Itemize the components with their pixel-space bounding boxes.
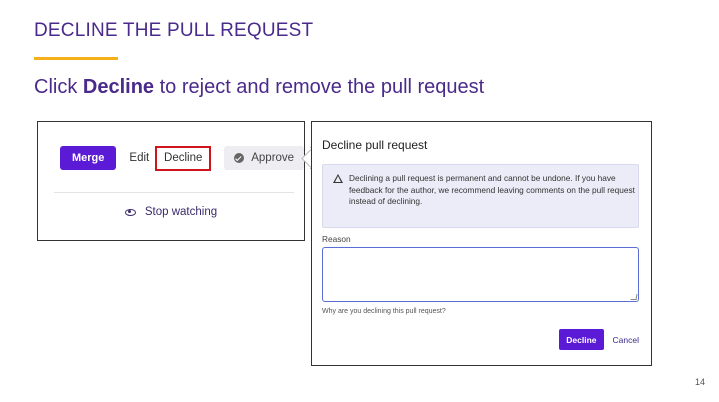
slide: DECLINE THE PULL REQUEST Click Decline t… [0, 0, 719, 402]
eye-icon [124, 208, 136, 216]
merge-button[interactable]: Merge [60, 146, 117, 170]
title-underline [34, 57, 118, 60]
approve-label: Approve [251, 152, 295, 164]
page-number: 14 [695, 377, 706, 387]
subtitle-prefix: Click [34, 76, 83, 98]
reason-input[interactable] [322, 247, 639, 302]
dialog-actions: Decline Cancel [559, 329, 639, 350]
pr-actions-panel: Merge Edit Decline Approve 0 Stop watchi… [37, 121, 329, 241]
stop-watching-link[interactable]: Stop watching [38, 206, 304, 218]
subtitle-bold: Decline [82, 76, 155, 98]
dialog-title: Decline pull request [322, 138, 428, 152]
cancel-button[interactable]: Cancel [613, 335, 639, 345]
slide-subtitle: Click Decline to reject and remove the p… [34, 76, 484, 99]
reason-hint: Why are you declining this pull request? [322, 308, 446, 315]
edit-button[interactable]: Edit [129, 152, 149, 164]
warning-message: Declining a pull request is permanent an… [322, 164, 639, 228]
stop-watching-label: Stop watching [144, 206, 218, 218]
check-circle-icon [234, 153, 245, 163]
warning-text: Declining a pull request is permanent an… [349, 173, 635, 206]
warning-icon [333, 174, 343, 183]
confirm-decline-button[interactable]: Decline [559, 329, 604, 350]
pr-action-bar: Merge Edit Decline Approve 0 [60, 145, 329, 171]
approve-button[interactable]: Approve [224, 146, 305, 170]
decline-button-highlighted[interactable]: Decline [155, 145, 212, 171]
reason-label: Reason [322, 234, 351, 244]
subtitle-suffix: to reject and remove the pull request [154, 76, 485, 98]
decline-dialog: Decline pull request Declining a pull re… [311, 121, 652, 366]
panel-divider [54, 192, 294, 193]
slide-title: DECLINE THE PULL REQUEST [34, 20, 314, 41]
